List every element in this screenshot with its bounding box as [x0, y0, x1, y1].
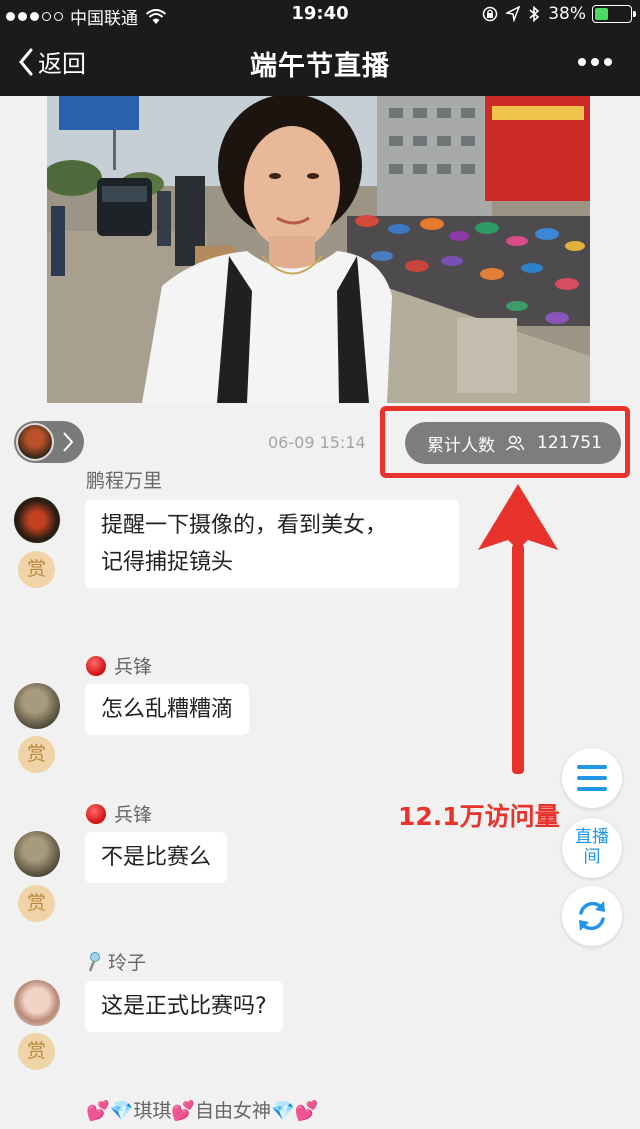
- reward-button[interactable]: 赏: [18, 1033, 55, 1070]
- user-avatar[interactable]: [14, 831, 60, 877]
- comment-author: 鹏程万里: [86, 470, 163, 492]
- more-dot: [604, 58, 612, 66]
- comment-author-row: 兵锋: [86, 800, 152, 827]
- live-room-label-line: 直播: [575, 827, 609, 847]
- comment-author-row: 兵锋: [86, 652, 152, 679]
- status-right: 38%: [474, 4, 636, 24]
- post-timestamp: 06-09 15:14: [268, 433, 366, 452]
- battery-level: [595, 8, 608, 20]
- user-avatar[interactable]: [14, 683, 60, 729]
- comment-bubble: 提醒一下摄像的，看到美女， 记得捕捉镜头: [85, 500, 459, 588]
- refresh-button[interactable]: [562, 886, 622, 946]
- anchor-avatar: [16, 423, 54, 461]
- comment-author: 兵锋: [114, 656, 153, 678]
- app-screen: 中国联通 19:40 38% 返回 端午节直播 06-09 15:14 累计人数…: [0, 0, 640, 1129]
- user-avatar[interactable]: [14, 980, 60, 1026]
- location-icon: [506, 6, 521, 22]
- key-badge-icon: [88, 951, 100, 971]
- reward-button[interactable]: 赏: [18, 885, 55, 922]
- live-room-button[interactable]: 直播 间: [562, 818, 622, 878]
- anchor-profile-button[interactable]: [14, 421, 84, 463]
- more-dot: [591, 58, 599, 66]
- menu-button[interactable]: [562, 748, 622, 808]
- nav-bar: 返回 端午节直播: [0, 28, 640, 96]
- comment-author: 兵锋: [114, 804, 153, 826]
- comment-bubble: 不是比赛么: [85, 832, 228, 883]
- battery-icon: [592, 5, 636, 23]
- comment-author: 💕💎琪琪💕自由女神💎💕: [86, 1100, 319, 1122]
- more-dot: [578, 58, 586, 66]
- chevron-right-icon: [63, 432, 74, 452]
- rotation-lock-icon: [482, 6, 498, 22]
- live-room-label: 直播 间: [562, 827, 622, 867]
- video-frame: [47, 96, 590, 403]
- highlight-box: [380, 406, 630, 478]
- user-avatar[interactable]: [14, 497, 60, 543]
- annotation-arrow-icon: [478, 484, 558, 774]
- more-button[interactable]: [573, 58, 612, 66]
- refresh-icon: [579, 901, 605, 931]
- battery-percent: 38%: [548, 4, 586, 24]
- comment-bubble: 怎么乱糟糟滴: [85, 684, 250, 735]
- live-room-label-line: 间: [583, 847, 601, 867]
- comment-author-row: 玲子: [86, 948, 146, 975]
- red-badge-icon: [86, 655, 106, 676]
- reward-button[interactable]: 赏: [18, 736, 55, 773]
- hamburger-icon: [577, 765, 607, 791]
- annotation-label: 12.1万访问量: [398, 802, 560, 831]
- red-badge-icon: [86, 803, 106, 824]
- comment-text-line: 提醒一下摄像的，看到美女，: [101, 513, 388, 538]
- comment-bubble: 这是正式比赛吗?: [85, 981, 283, 1032]
- bluetooth-icon: [529, 5, 540, 23]
- comment-author: 玲子: [108, 952, 147, 974]
- page-title: 端午节直播: [250, 51, 390, 82]
- reward-button[interactable]: 赏: [18, 551, 55, 588]
- status-bar: 中国联通 19:40 38%: [0, 0, 640, 29]
- live-video-player[interactable]: [47, 96, 590, 403]
- comment-text-line: 记得捕捉镜头: [101, 550, 234, 575]
